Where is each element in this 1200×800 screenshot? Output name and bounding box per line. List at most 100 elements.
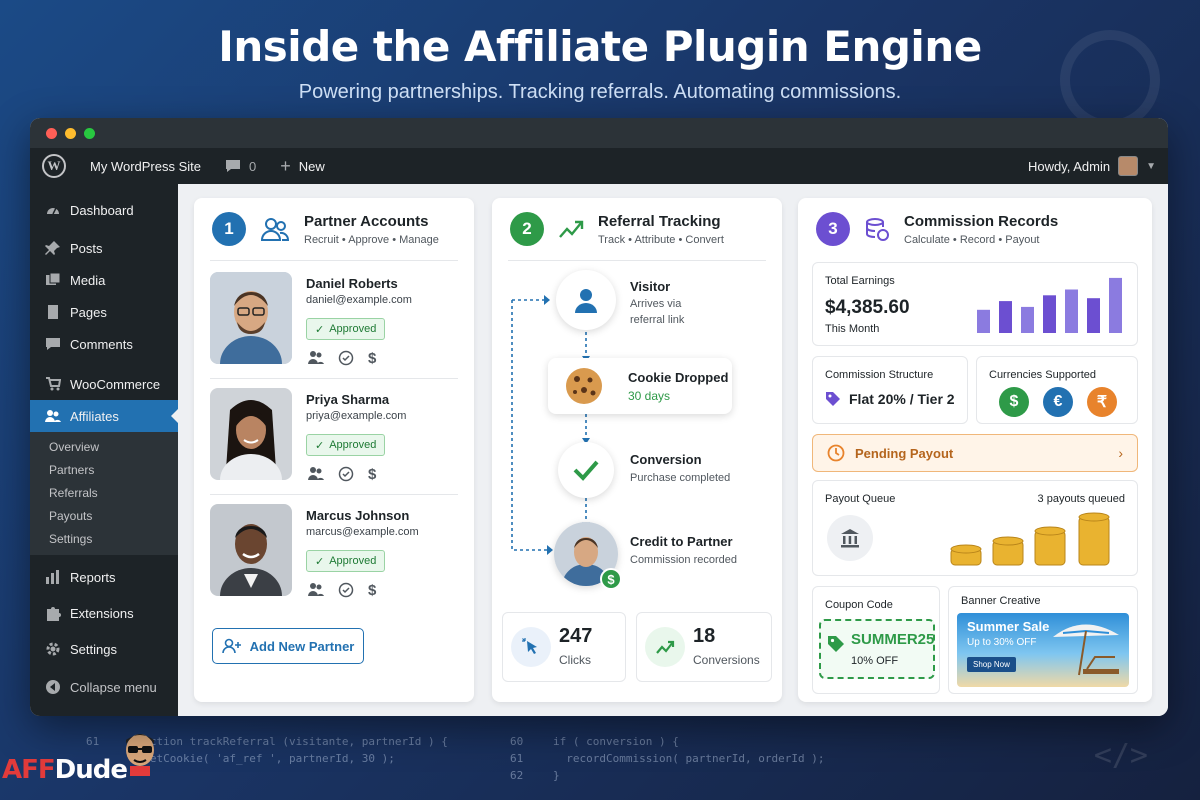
check-icon: ✓ — [315, 439, 325, 452]
conversions-label: Conversions — [693, 653, 760, 667]
commission-structure-box: Commission Structure Flat 20% / Tier 2 — [812, 356, 968, 424]
collapse-icon — [44, 678, 62, 696]
comments-link[interactable]: 0 — [225, 159, 256, 174]
shop-now-button[interactable]: Shop Now — [967, 657, 1016, 672]
sidebar-item-media[interactable]: Media — [30, 264, 178, 296]
period-label: This Month — [825, 323, 880, 335]
dollar-badge-icon: $ — [600, 568, 622, 590]
comments-count: 0 — [249, 158, 257, 174]
account-menu[interactable]: Howdy, Admin ▼ — [1028, 156, 1156, 176]
submenu-settings[interactable]: Settings — [30, 528, 178, 551]
coupon-label: Coupon Code — [825, 599, 893, 611]
plus-icon: + — [280, 155, 291, 176]
card-title: Partner Accounts — [304, 212, 429, 230]
commission-records-card: 3 Commission Records Calculate • Record … — [798, 198, 1152, 702]
sidebar-item-settings[interactable]: Settings — [30, 633, 178, 665]
site-name-link[interactable]: My WordPress Site — [90, 159, 201, 174]
submenu-partners[interactable]: Partners — [30, 459, 178, 482]
earnings-bar — [977, 309, 990, 333]
wordpress-logo-icon[interactable]: W — [42, 154, 66, 178]
banner-image[interactable]: Summer Sale Up to 30% OFF Shop Now — [957, 613, 1129, 687]
clicks-label: Clicks — [559, 653, 591, 667]
chevron-down-icon: ▼ — [1146, 160, 1156, 172]
users-action-icon[interactable] — [308, 466, 324, 487]
payout-queue-count: 3 payouts queued — [1037, 493, 1125, 505]
payout-queue-label: Payout Queue — [825, 493, 896, 505]
earnings-bar-chart — [977, 277, 1122, 333]
collapse-menu-button[interactable]: Collapse menu — [30, 671, 178, 703]
pages-icon — [44, 303, 62, 321]
page-header: Inside the Affiliate Plugin Engine Power… — [0, 22, 1200, 104]
code-brackets-icon: </> — [1093, 738, 1148, 773]
dollar-icon[interactable]: $ — [368, 466, 376, 487]
new-label: New — [298, 158, 325, 174]
total-earnings-box: Total Earnings $4,385.60 This Month — [812, 262, 1138, 346]
cursor-click-icon — [511, 627, 551, 667]
step-number: 1 — [212, 212, 246, 246]
minimize-window-button[interactable] — [65, 127, 76, 139]
close-window-button[interactable] — [46, 127, 57, 139]
pending-payout-label: Pending Payout — [855, 445, 954, 461]
tag-icon — [826, 392, 840, 406]
pin-icon — [44, 239, 62, 257]
submenu-payouts[interactable]: Payouts — [30, 505, 178, 528]
sidebar-item-dashboard[interactable]: Dashboard — [30, 194, 178, 226]
currencies-box: Currencies Supported $ € ₹ — [976, 356, 1138, 424]
users-action-icon[interactable] — [308, 582, 324, 603]
card-subtitle: Recruit • Approve • Manage — [304, 233, 439, 246]
banner-creative-box: Banner Creative Summer Sale Up to 30% OF… — [948, 586, 1138, 694]
sidebar-item-affiliates[interactable]: Affiliates — [30, 400, 178, 432]
code-line-numbers-left: 61 — [86, 735, 100, 748]
add-new-partner-button[interactable]: Add New Partner — [212, 628, 364, 664]
partner-name: Daniel Roberts — [306, 276, 398, 291]
sidebar-item-extensions[interactable]: Extensions — [30, 597, 178, 629]
coupon-discount: 10% OFF — [851, 655, 899, 667]
maximize-window-button[interactable] — [84, 127, 95, 139]
partner-name: Priya Sharma — [306, 392, 390, 407]
status-badge: ✓ Approved — [306, 318, 386, 340]
users-action-icon[interactable] — [308, 350, 324, 371]
conversions-stat: 18 Conversions — [636, 612, 772, 682]
dollar-icon[interactable]: $ — [368, 350, 376, 371]
beach-umbrella-icon — [1053, 624, 1119, 676]
gear-icon — [44, 640, 62, 658]
partner-avatar — [210, 504, 292, 596]
sidebar-item-woocommerce[interactable]: WooCommerce — [30, 368, 178, 400]
dashboard-icon — [44, 201, 62, 219]
approve-check-icon[interactable] — [338, 582, 354, 603]
users-icon — [44, 407, 62, 425]
step-title: Visitor — [630, 279, 671, 294]
sidebar-item-comments[interactable]: Comments — [30, 328, 178, 360]
banner-label: Banner Creative — [961, 595, 1041, 607]
submenu-overview[interactable]: Overview — [30, 436, 178, 459]
sidebar-item-reports[interactable]: Reports — [30, 561, 178, 593]
partner-row[interactable]: Marcus Johnson marcus@example.com ✓ Appro… — [210, 504, 464, 600]
dollar-currency-icon: $ — [999, 387, 1029, 417]
divider — [210, 260, 458, 261]
earnings-bar — [999, 301, 1012, 333]
admin-avatar — [1118, 156, 1139, 176]
chevron-right-icon: › — [1118, 445, 1123, 461]
rupee-currency-icon: ₹ — [1087, 387, 1117, 417]
code-snippet-right: if ( conversion ) { recordCommission( pa… — [553, 735, 825, 782]
euro-currency-icon: € — [1043, 387, 1073, 417]
dollar-icon[interactable]: $ — [368, 582, 376, 603]
partner-row[interactable]: Priya Sharma priya@example.com ✓ Approved… — [210, 388, 464, 484]
new-content-link[interactable]: + New — [280, 156, 325, 177]
banner-subtitle: Up to 30% OFF — [967, 637, 1037, 648]
checkmark-icon — [573, 460, 599, 481]
partner-avatar — [210, 388, 292, 480]
add-user-icon — [221, 638, 241, 654]
earnings-bar — [1065, 289, 1078, 333]
pending-payout-button[interactable]: Pending Payout › — [812, 434, 1138, 472]
step-desc: Arrives via referral link — [630, 298, 685, 326]
approve-check-icon[interactable] — [338, 466, 354, 487]
sidebar-item-pages[interactable]: Pages — [30, 296, 178, 328]
partner-row[interactable]: Daniel Roberts daniel@example.com ✓ Appro… — [210, 272, 464, 368]
cookie-icon — [566, 368, 602, 404]
coupon-code[interactable]: SUMMER25 10% OFF — [819, 619, 935, 679]
cookie-step: Cookie Dropped 30 days — [548, 358, 732, 414]
sidebar-item-posts[interactable]: Posts — [30, 232, 178, 264]
approve-check-icon[interactable] — [338, 350, 354, 371]
submenu-referrals[interactable]: Referrals — [30, 482, 178, 505]
